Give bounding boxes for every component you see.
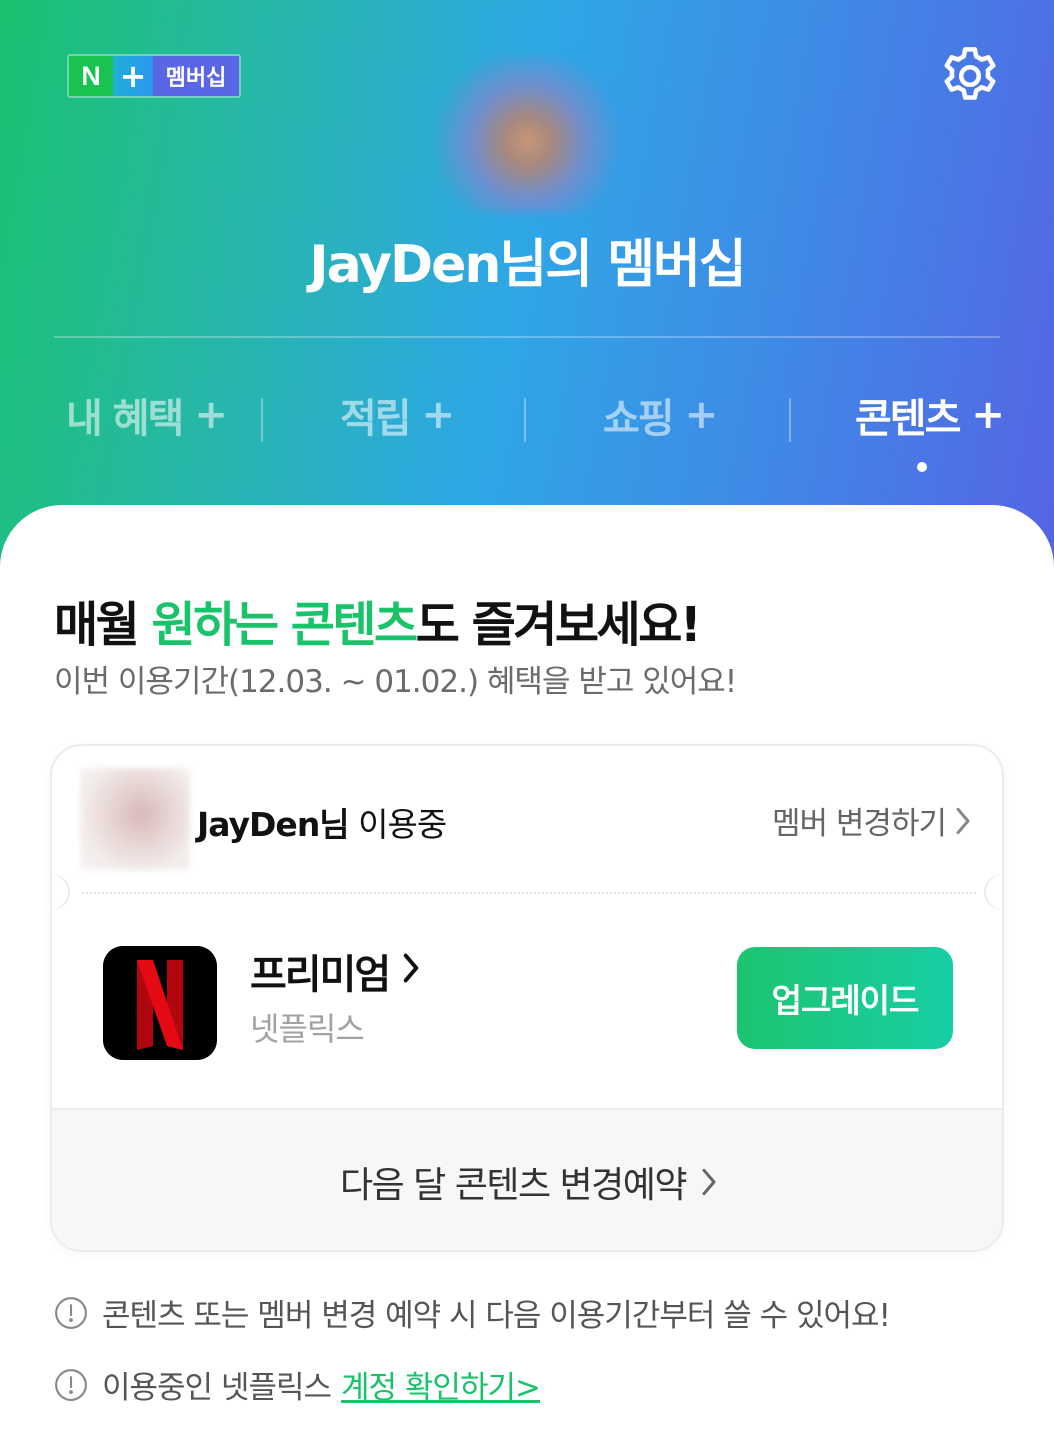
tab-separator: [789, 398, 791, 442]
plus-icon: +: [194, 392, 227, 438]
tab-label: 적립: [340, 396, 412, 442]
notice-text: 콘텐츠 또는 멤버 변경 예약 시 다음 이용기간부터 쓸 수 있어요!: [102, 1298, 891, 1334]
info-icon: [55, 1368, 87, 1401]
tab-label: 내 혜택: [66, 396, 184, 442]
service-name: 넷플릭스: [250, 1010, 365, 1048]
headline: 매월 원하는 콘텐츠도 즐겨보세요!: [54, 585, 702, 655]
tab-bar: 내 혜택 + 적립 + 쇼핑 + 콘텐츠 +: [0, 380, 1054, 450]
tab-shopping[interactable]: 쇼핑 +: [603, 380, 718, 450]
change-member-button[interactable]: 멤버 변경하기: [772, 798, 947, 843]
period-subtitle: 이번 이용기간(12.03. ~ 01.02.) 혜택을 받고 있어요!: [54, 664, 737, 700]
plan-name[interactable]: 프리미엄: [250, 942, 391, 1000]
check-account-link[interactable]: 계정 확인하기>: [341, 1362, 541, 1407]
member-name: JayDen님: [197, 805, 350, 844]
tab-benefits[interactable]: 내 혜택 +: [66, 380, 228, 450]
next-month-change-button[interactable]: 다음 달 콘텐츠 변경예약: [52, 1108, 1002, 1250]
tab-points[interactable]: 적립 +: [340, 380, 455, 450]
divider: [82, 892, 976, 894]
netflix-logo-icon: [103, 946, 217, 1060]
tab-label: 콘텐츠: [855, 396, 961, 442]
chevron-right-icon: [403, 953, 419, 983]
member-avatar: [80, 768, 190, 870]
tab-separator: [524, 398, 526, 442]
naver-n-logo: N: [69, 56, 113, 96]
divider: [54, 336, 1000, 338]
plus-logo: +: [113, 56, 153, 96]
member-status-label: 이용중: [348, 805, 447, 844]
notice-reservation: 콘텐츠 또는 멤버 변경 예약 시 다음 이용기간부터 쓸 수 있어요!: [54, 1290, 891, 1335]
brand-label: 멤버십: [153, 56, 239, 96]
info-icon: [55, 1296, 87, 1329]
headline-highlight: 원하는 콘텐츠: [151, 597, 419, 653]
membership-logo: N + 멤버십: [67, 54, 241, 98]
upgrade-button[interactable]: 업그레이드: [737, 947, 953, 1049]
chevron-right-icon: [956, 807, 970, 835]
profile-avatar[interactable]: [435, 55, 620, 213]
plus-icon: +: [971, 392, 1004, 438]
page-title: JayDen님의 멤버십: [309, 235, 747, 295]
next-month-change-label: 다음 달 콘텐츠 변경예약: [339, 1165, 688, 1206]
headline-text: 매월: [54, 597, 152, 653]
notice-text: 이용중인 넷플릭스: [102, 1370, 332, 1406]
gear-icon[interactable]: [936, 42, 1004, 110]
member-row: JayDen님 이용중 멤버 변경하기: [52, 746, 1002, 894]
plus-icon: +: [421, 392, 455, 438]
plus-icon: +: [684, 392, 718, 438]
tab-separator: [261, 398, 263, 442]
membership-page: N + 멤버십 JayDen님의 멤버십 내 혜택 + 적립 + 쇼핑 + 콘텐…: [0, 0, 1054, 1440]
chevron-right-icon: [702, 1168, 716, 1196]
tab-label: 쇼핑: [603, 396, 675, 442]
notice-account: 이용중인 넷플릭스 계정 확인하기>: [54, 1362, 541, 1407]
tab-contents[interactable]: 콘텐츠 +: [855, 380, 1005, 450]
subscription-card: JayDen님 이용중 멤버 변경하기 프리미엄 넷플릭스 업그레이드 다음 달…: [50, 744, 1004, 1252]
active-tab-indicator: [917, 462, 927, 472]
headline-text: 도 즐겨보세요!: [415, 597, 702, 653]
member-status: JayDen님 이용중: [197, 798, 447, 846]
